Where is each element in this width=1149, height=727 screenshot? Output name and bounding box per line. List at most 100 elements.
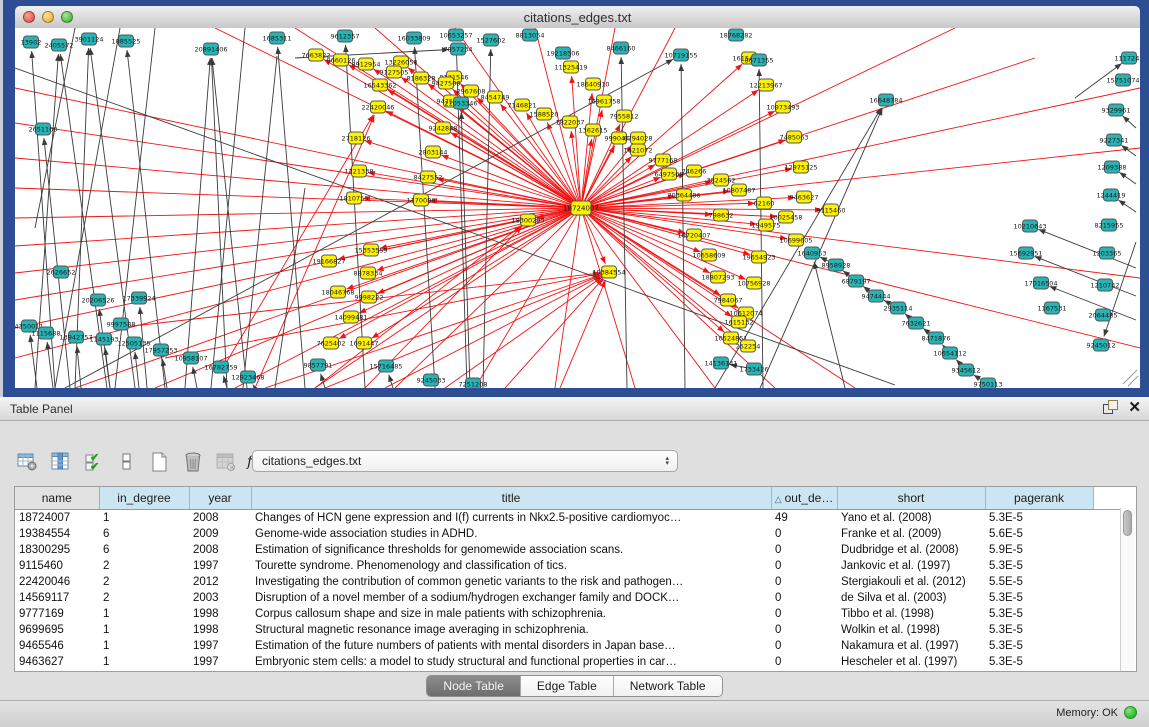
graph-node[interactable]: 15751074 xyxy=(1106,74,1139,86)
table-cell[interactable]: Disruption of a novel member of a sodium… xyxy=(251,590,771,606)
graph-node[interactable]: 10807487 xyxy=(722,184,755,196)
graph-node[interactable]: 8813054 xyxy=(516,29,545,41)
graph-node[interactable]: 10719155 xyxy=(664,49,697,61)
table-row[interactable]: 1872400712008Changes of HCN gene express… xyxy=(15,510,1121,527)
graph-node[interactable]: 1685311 xyxy=(263,32,292,44)
graph-node[interactable]: 18807293 xyxy=(701,271,734,283)
graph-node[interactable]: 9998222 xyxy=(355,291,384,303)
table-cell[interactable]: 2 xyxy=(99,590,189,606)
table-cell[interactable]: 18724007 xyxy=(15,510,99,527)
graph-node[interactable]: 1167531 xyxy=(1038,302,1067,314)
network-window-titlebar[interactable]: citations_edges.txt xyxy=(15,6,1140,29)
table-cell[interactable]: 2012 xyxy=(189,574,251,590)
graph-node[interactable]: 18046768 xyxy=(321,286,354,298)
tab-node-table[interactable]: Node Table xyxy=(427,676,521,696)
table-row[interactable]: 2242004622012Investigating the contribut… xyxy=(15,574,1121,590)
table-cell[interactable]: Jankovic et al. (1997) xyxy=(837,558,985,574)
table-cell[interactable]: 1 xyxy=(99,606,189,622)
table-row[interactable]: 1830029562008Estimation of significance … xyxy=(15,542,1121,558)
column-header-title[interactable]: title xyxy=(251,487,771,510)
graph-node[interactable]: 17957253 xyxy=(144,344,177,356)
graph-node[interactable]: 9997588 xyxy=(107,318,136,330)
table-cell[interactable]: Yano et al. (2008) xyxy=(837,510,985,527)
graph-node[interactable]: 2803144 xyxy=(419,146,448,158)
graph-node[interactable]: 17339924 xyxy=(122,292,155,304)
table-cell[interactable]: 2008 xyxy=(189,542,251,558)
table-cell[interactable]: 0 xyxy=(771,574,837,590)
graph-node[interactable]: 3824562 xyxy=(707,174,736,186)
table-cell[interactable]: 1997 xyxy=(189,558,251,574)
graph-node[interactable]: 798632 xyxy=(709,209,734,221)
graph-node[interactable]: 8958928 xyxy=(822,259,851,271)
graph-node[interactable]: 15716485 xyxy=(369,360,402,372)
graph-node[interactable]: 10973493 xyxy=(766,101,799,113)
graph-node[interactable]: 1621072 xyxy=(624,144,653,156)
graph-node[interactable]: 14099481 xyxy=(334,311,367,323)
table-cell[interactable]: Structural magnetic resonance image aver… xyxy=(251,622,771,638)
graph-node[interactable]: 9227341 xyxy=(1100,134,1129,146)
graph-node[interactable]: 1117243 xyxy=(1115,52,1140,64)
graph-node[interactable]: 9777169 xyxy=(649,154,678,166)
graph-node[interactable]: 13902 xyxy=(21,36,42,48)
table-cell[interactable]: 2008 xyxy=(189,510,251,527)
graph-node[interactable]: 16720407 xyxy=(677,229,710,241)
column-header-year[interactable]: year xyxy=(189,487,251,510)
graph-node[interactable]: 8878334 xyxy=(354,267,383,279)
graph-node[interactable]: 2651100 xyxy=(29,123,58,135)
graph-node[interactable]: 12975125 xyxy=(784,161,817,173)
graph-node[interactable]: 10653257 xyxy=(439,29,472,41)
graph-node[interactable]: 62160 xyxy=(754,197,775,209)
table-cell[interactable]: 0 xyxy=(771,558,837,574)
graph-node[interactable]: 1145193 xyxy=(90,333,119,345)
table-cell[interactable]: 2 xyxy=(99,574,189,590)
graph-node[interactable]: 7625402 xyxy=(317,337,346,349)
graph-node[interactable]: 1203365 xyxy=(1093,247,1122,259)
table-cell[interactable]: 9115460 xyxy=(15,558,99,574)
graph-node[interactable]: 12213967 xyxy=(749,79,782,91)
graph-node[interactable]: 1085525 xyxy=(112,35,141,47)
table-cell[interactable]: 5.9E-5 xyxy=(985,542,1093,558)
graph-node[interactable]: 7955812 xyxy=(610,110,639,122)
graph-node[interactable]: 9242848 xyxy=(429,122,458,134)
graph-node[interactable]: 2064485 xyxy=(1089,309,1118,321)
table-cell[interactable]: 22420046 xyxy=(15,574,99,590)
graph-node[interactable]: 10654112 xyxy=(933,347,966,359)
table-cell[interactable]: Stergiakouli et al. (2012) xyxy=(837,574,985,590)
table-cell[interactable]: 5.3E-5 xyxy=(985,654,1093,670)
graph-node[interactable]: 1615132 xyxy=(725,316,754,328)
table-cell[interactable]: 0 xyxy=(771,590,837,606)
table-cell[interactable]: 5.3E-5 xyxy=(985,638,1093,654)
graph-node[interactable]: 19654923 xyxy=(742,251,775,263)
table-cell[interactable]: 14569117 xyxy=(15,590,99,606)
graph-node[interactable]: 21053346 xyxy=(444,97,477,109)
graph-node[interactable]: 19384554 xyxy=(592,266,625,278)
graph-node[interactable]: 9345612 xyxy=(952,364,981,376)
graph-node[interactable]: 20891406 xyxy=(194,43,227,55)
graph-node[interactable]: 746266 xyxy=(682,165,707,177)
table-cell[interactable]: 18300295 xyxy=(15,542,99,558)
graph-node[interactable]: 19218506 xyxy=(546,47,579,59)
graph-node[interactable]: 7984067 xyxy=(714,294,743,306)
graph-node[interactable]: 1244419 xyxy=(1097,189,1126,201)
graph-node[interactable]: 9612357 xyxy=(331,30,360,42)
graph-node[interactable]: 16648784 xyxy=(869,94,902,106)
table-selector-dropdown[interactable]: citations_edges.txt ▴▾ xyxy=(252,450,678,472)
show-column-button[interactable] xyxy=(47,447,75,477)
table-cell[interactable]: Corpus callosum shape and size in male p… xyxy=(251,606,771,622)
table-cell[interactable]: 0 xyxy=(771,638,837,654)
graph-node[interactable]: 1640953 xyxy=(798,247,827,259)
graph-node[interactable]: 11325419 xyxy=(554,61,587,73)
row-height-button[interactable] xyxy=(113,447,141,477)
graph-node[interactable]: 1527602 xyxy=(477,34,506,46)
table-cell[interactable]: 49 xyxy=(771,510,837,527)
graph-node[interactable]: 1810755 xyxy=(340,192,369,204)
table-row[interactable]: 946554611997Estimation of the future num… xyxy=(15,638,1121,654)
graph-node[interactable]: 19166827 xyxy=(312,255,345,267)
graph-node[interactable]: 1949575 xyxy=(752,219,781,231)
column-header-out-degree[interactable]: △out_de… xyxy=(771,487,837,510)
graph-node[interactable]: 10658609 xyxy=(692,249,725,261)
graph-node[interactable]: 1115688 xyxy=(32,327,61,339)
table-cell[interactable]: 0 xyxy=(771,622,837,638)
graph-node[interactable]: 2718126 xyxy=(342,132,371,144)
graph-node[interactable]: 22420046 xyxy=(361,101,394,113)
